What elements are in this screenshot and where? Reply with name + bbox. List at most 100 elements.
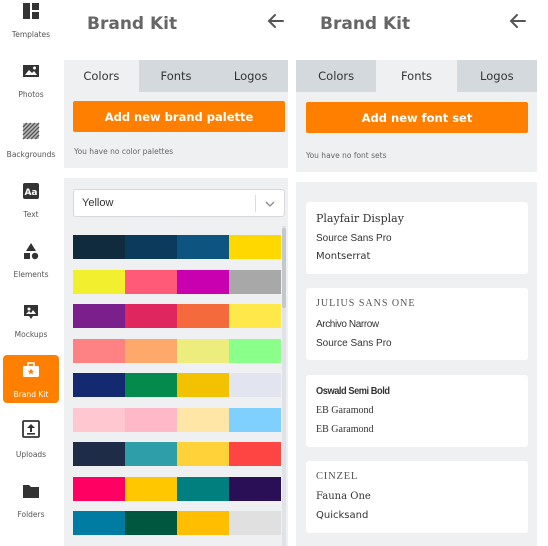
color-swatch [229,511,281,535]
sidebar-item-label: Text [23,210,39,219]
sidebar-item-folders[interactable]: Folders [3,480,59,534]
sidebar-item-text[interactable]: Aa Text [3,180,59,234]
tab-colors[interactable]: Colors [64,60,139,92]
elements-icon [24,243,39,260]
left-sidebar: Templates Photos Backgrounds Aa Text Ele… [0,0,62,546]
palette-theme-select[interactable]: Yellow [73,189,285,217]
tab-fonts[interactable]: Fonts [376,60,457,92]
palette-scrollbar-thumb[interactable] [282,228,286,308]
color-swatch [229,338,281,363]
sidebar-item-brand-kit[interactable]: Brand Kit [3,355,59,403]
no-font-sets-note: You have no font sets [306,151,387,160]
folders-icon [23,485,39,498]
color-swatch [177,407,229,432]
sidebar-item-uploads[interactable]: Uploads [3,418,59,472]
color-swatch [229,373,281,397]
font-set-heading: Julius Sans One [316,298,416,309]
color-palette-row[interactable] [73,442,281,466]
color-swatch [73,476,125,501]
font-set-card[interactable]: Julius Sans One Archivo Narrow Source Sa… [306,288,528,360]
mockups-icon [24,305,38,319]
font-set-body: Source Sans Pro [316,338,392,349]
font-set-card[interactable]: Cinzel Fauna One Quicksand [306,461,528,533]
font-set-body: Quicksand [316,510,369,521]
color-swatch [229,269,281,294]
color-swatch [125,373,177,397]
color-swatch [177,304,229,328]
font-set-subheading: Archivo Narrow [316,319,379,330]
palette-theme-value: Yellow [82,197,114,209]
color-swatch [73,269,125,294]
color-swatch [177,338,229,363]
font-set-body: EB Garamond [316,424,374,435]
sidebar-item-backgrounds[interactable]: Backgrounds [3,120,59,174]
color-swatch [73,235,125,259]
color-palette-row[interactable] [73,269,281,294]
color-palette-row[interactable] [73,511,281,535]
color-palette-row[interactable] [73,235,281,259]
backgrounds-icon [22,122,40,140]
sidebar-item-templates[interactable]: Templates [3,0,59,54]
color-swatch [177,442,229,466]
tab-logos[interactable]: Logos [456,60,537,92]
sidebar-item-label: Uploads [15,450,47,459]
color-palette-row[interactable] [73,476,281,501]
color-swatch [73,407,125,432]
add-font-set-button[interactable]: Add new font set [306,102,528,133]
font-set-card[interactable]: Playfair Display Source Sans Pro Montser… [306,202,528,274]
sidebar-item-label: Backgrounds [6,150,56,159]
sidebar-item-photos[interactable]: Photos [3,62,59,116]
color-swatch [125,304,177,328]
add-brand-palette-button[interactable]: Add new brand palette [73,101,285,132]
text-icon: Aa [23,183,39,199]
uploads-icon [22,420,40,438]
chevron-down-icon [265,201,275,207]
sidebar-item-label: Templates [11,30,51,39]
color-swatch [125,407,177,432]
color-swatch [73,442,125,466]
tab-bar: Colors Fonts Logos [296,60,537,92]
font-set-subheading: Source Sans Pro [316,233,392,244]
color-palette-row[interactable] [73,304,281,328]
color-palette-row[interactable] [73,338,281,363]
no-palettes-note: You have no color palettes [74,147,174,156]
color-swatch [177,511,229,535]
color-swatch [229,442,281,466]
font-set-subheading: EB Garamond [316,405,374,416]
color-palette-row[interactable] [73,407,281,432]
color-swatch [73,373,125,397]
color-swatch [73,338,125,363]
color-swatch [177,373,229,397]
color-palette-row[interactable] [73,373,281,397]
panel-title: Brand Kit [87,14,178,34]
color-swatch [125,511,177,535]
sidebar-item-elements[interactable]: Elements [3,240,59,294]
color-swatch [229,407,281,432]
color-swatch [125,476,177,501]
font-set-heading: Playfair Display [316,212,404,225]
font-set-card[interactable]: Oswald Semi Bold EB Garamond EB Garamond [306,375,528,447]
color-swatch [125,269,177,294]
tab-logos[interactable]: Logos [213,60,289,92]
sidebar-item-label: Elements [13,270,49,279]
font-set-subheading: Fauna One [316,491,371,502]
tab-colors[interactable]: Colors [296,60,377,92]
color-swatch [229,235,281,259]
photos-icon [23,65,39,77]
sidebar-item-mockups[interactable]: Mockups [3,300,59,354]
templates-icon [23,3,39,19]
color-swatch [73,511,125,535]
color-swatch [229,476,281,501]
sidebar-item-label: Folders [17,510,45,519]
tab-fonts[interactable]: Fonts [138,60,214,92]
font-set-body: Montserrat [316,251,371,262]
color-swatch [229,304,281,328]
panel-title: Brand Kit [320,14,411,34]
color-swatch [177,269,229,294]
font-set-heading: Oswald Semi Bold [316,385,390,397]
back-arrow-icon[interactable] [508,11,528,31]
back-arrow-icon[interactable] [266,11,286,31]
font-set-heading: Cinzel [316,471,359,482]
svg-text:Aa: Aa [24,188,37,198]
sidebar-item-label: Mockups [14,330,48,339]
